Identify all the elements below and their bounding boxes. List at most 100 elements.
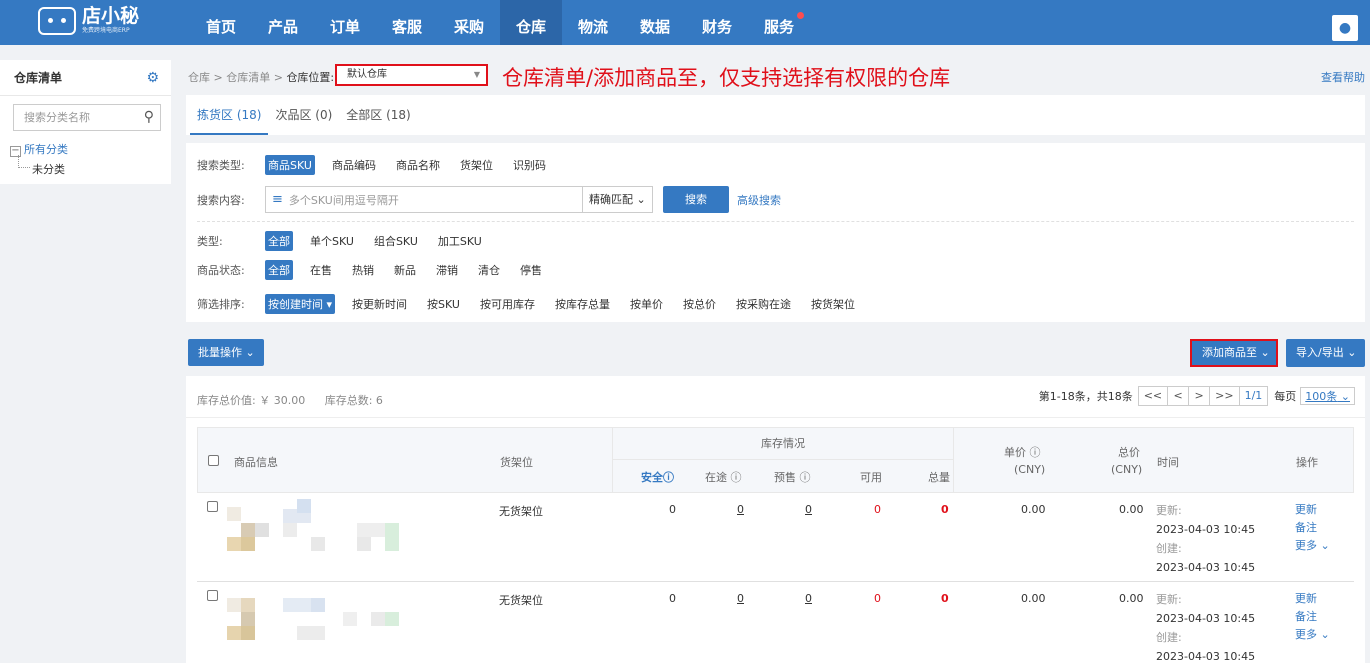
annotation-note: 仓库清单/添加商品至，仅支持选择有权限的仓库 xyxy=(502,66,951,90)
menu-logistics[interactable]: 物流 xyxy=(562,0,624,45)
tab-defect-zone[interactable]: 次品区 (0) xyxy=(268,95,339,135)
select-all-checkbox[interactable] xyxy=(208,455,219,466)
logo-subtitle: 免费跨境电商ERP xyxy=(82,27,130,34)
match-mode-select[interactable]: 精确匹配 ⌄ xyxy=(582,187,652,212)
next-page-button[interactable]: > xyxy=(1188,386,1211,406)
inventory-panel: 库存总价值: ￥ 30.00 库存总数: 6 第1-18条，共18条 << < … xyxy=(186,376,1365,663)
type-single[interactable]: 单个SKU xyxy=(307,231,357,251)
col-unit-label: 单价 xyxy=(1004,446,1026,459)
created-label: 创建: xyxy=(1156,542,1182,555)
sort-unit-price[interactable]: 按单价 xyxy=(627,294,666,314)
tab-all-zone[interactable]: 全部区 (18) xyxy=(339,95,417,135)
search-type-idcode[interactable]: 识别码 xyxy=(510,155,549,175)
updated-time: 2023-04-03 10:45 xyxy=(1156,612,1256,625)
user-icon[interactable]: ● xyxy=(1332,15,1358,41)
logo[interactable]: 店小秘 免费跨境电商ERP xyxy=(38,6,139,35)
transit-stock-link[interactable]: 0 xyxy=(737,592,744,605)
transit-stock-link[interactable]: 0 xyxy=(737,503,744,516)
available-stock-value: 0 xyxy=(874,592,881,605)
sort-sku[interactable]: 按SKU xyxy=(424,294,463,314)
notification-dot xyxy=(797,12,804,19)
remark-link[interactable]: 备注 xyxy=(1295,608,1330,626)
menu-products[interactable]: 产品 xyxy=(252,0,314,45)
status-all[interactable]: 全部 xyxy=(265,260,293,280)
row-checkbox[interactable] xyxy=(207,501,218,512)
status-stopped[interactable]: 停售 xyxy=(517,260,545,280)
unit-price-value: 0.00 xyxy=(1021,503,1046,516)
gear-icon[interactable]: ⚙ xyxy=(146,60,159,96)
col-total-cny: (CNY) xyxy=(1111,463,1143,476)
sort-total-price[interactable]: 按总价 xyxy=(680,294,719,314)
more-link[interactable]: 更多 ⌄ xyxy=(1295,537,1330,555)
search-type-name[interactable]: 商品名称 xyxy=(393,155,443,175)
type-all[interactable]: 全部 xyxy=(265,231,293,251)
sort-updated[interactable]: 按更新时间 xyxy=(349,294,410,314)
category-search-input[interactable]: 搜索分类名称 ⚲ xyxy=(13,104,161,131)
sku-search-input[interactable]: ≡ 多个SKU间用逗号隔开 精确匹配 ⌄ xyxy=(265,186,653,213)
prev-page-button[interactable]: < xyxy=(1167,386,1190,406)
col-available: 可用 xyxy=(860,471,882,484)
menu-warehouse[interactable]: 仓库 xyxy=(500,0,562,45)
tree-item-uncategorized[interactable]: 未分类 xyxy=(18,155,171,177)
search-type-sku[interactable]: 商品SKU xyxy=(265,155,315,175)
breadcrumb-list[interactable]: 仓库清单 xyxy=(226,71,270,84)
menu-orders[interactable]: 订单 xyxy=(314,0,376,45)
type-row: 类型: 全部 单个SKU 组合SKU 加工SKU xyxy=(197,231,499,251)
tab-picking-zone[interactable]: 拣货区 (18) xyxy=(190,95,269,135)
status-slow[interactable]: 滞销 xyxy=(433,260,461,280)
batch-actions-label: 批量操作 xyxy=(198,346,242,359)
update-link[interactable]: 更新 xyxy=(1295,590,1330,608)
per-page-select[interactable]: 100条 ⌄ xyxy=(1300,387,1355,405)
sort-created[interactable]: 按创建时间 ▾ xyxy=(265,294,336,314)
status-clearance[interactable]: 清仓 xyxy=(475,260,503,280)
available-stock-value: 0 xyxy=(874,503,881,516)
search-type-shelf[interactable]: 货架位 xyxy=(457,155,496,175)
search-content-label: 搜索内容: xyxy=(197,193,245,207)
warehouse-select[interactable]: 默认仓库 ▼ xyxy=(335,64,488,86)
type-combo[interactable]: 组合SKU xyxy=(371,231,421,251)
sort-shelf[interactable]: 按货架位 xyxy=(808,294,858,314)
warehouse-select-value: 默认仓库 xyxy=(347,69,387,80)
remark-link[interactable]: 备注 xyxy=(1295,519,1330,537)
current-page[interactable]: 1/1 xyxy=(1238,386,1269,406)
tree-item-all[interactable]: − 所有分类 xyxy=(10,141,171,157)
col-total: 总量 xyxy=(928,471,950,484)
import-export-label: 导入/导出 xyxy=(1296,346,1344,359)
status-hot[interactable]: 热销 xyxy=(349,260,377,280)
row-checkbox[interactable] xyxy=(207,590,218,601)
more-link[interactable]: 更多 ⌄ xyxy=(1295,626,1330,644)
status-new[interactable]: 新品 xyxy=(391,260,419,280)
presale-stock-link[interactable]: 0 xyxy=(805,503,812,516)
menu-purchase[interactable]: 采购 xyxy=(438,0,500,45)
help-link[interactable]: 查看帮助 xyxy=(1321,69,1365,85)
advanced-search-link[interactable]: 高级搜索 xyxy=(737,192,781,208)
batch-actions-button[interactable]: 批量操作 ⌄ xyxy=(188,339,264,366)
total-stock-value: 0 xyxy=(941,503,949,516)
search-type-code[interactable]: 商品编码 xyxy=(329,155,379,175)
presale-stock-link[interactable]: 0 xyxy=(805,592,812,605)
search-type-row: 搜索类型: 商品SKU 商品编码 商品名称 货架位 识别码 xyxy=(197,155,563,175)
sort-available[interactable]: 按可用库存 xyxy=(477,294,538,314)
type-label: 类型: xyxy=(197,235,223,248)
status-on-sale[interactable]: 在售 xyxy=(307,260,335,280)
search-icon[interactable]: ⚲ xyxy=(144,105,154,130)
breadcrumb-warehouse[interactable]: 仓库 xyxy=(188,71,210,84)
type-process[interactable]: 加工SKU xyxy=(435,231,485,251)
menu-home[interactable]: 首页 xyxy=(190,0,252,45)
more-label: 更多 xyxy=(1295,628,1317,641)
sort-in-transit[interactable]: 按采购在途 xyxy=(733,294,794,314)
first-page-button[interactable]: << xyxy=(1137,386,1169,406)
menu-services[interactable]: 服务 xyxy=(748,0,810,45)
import-export-button[interactable]: 导入/导出 ⌄ xyxy=(1286,339,1365,367)
sort-total-stock[interactable]: 按库存总量 xyxy=(552,294,613,314)
last-page-button[interactable]: >> xyxy=(1209,386,1240,406)
menu-service[interactable]: 客服 xyxy=(376,0,438,45)
search-button[interactable]: 搜索 xyxy=(663,186,729,213)
add-products-to-button[interactable]: 添加商品至 ⌄ xyxy=(1190,339,1278,367)
more-label: 更多 xyxy=(1295,539,1317,552)
update-link[interactable]: 更新 xyxy=(1295,501,1330,519)
menu-data[interactable]: 数据 xyxy=(624,0,686,45)
col-total-price: 总价 xyxy=(1118,446,1140,459)
row-actions: 更新 备注 更多 ⌄ xyxy=(1295,590,1330,644)
menu-finance[interactable]: 财务 xyxy=(686,0,748,45)
